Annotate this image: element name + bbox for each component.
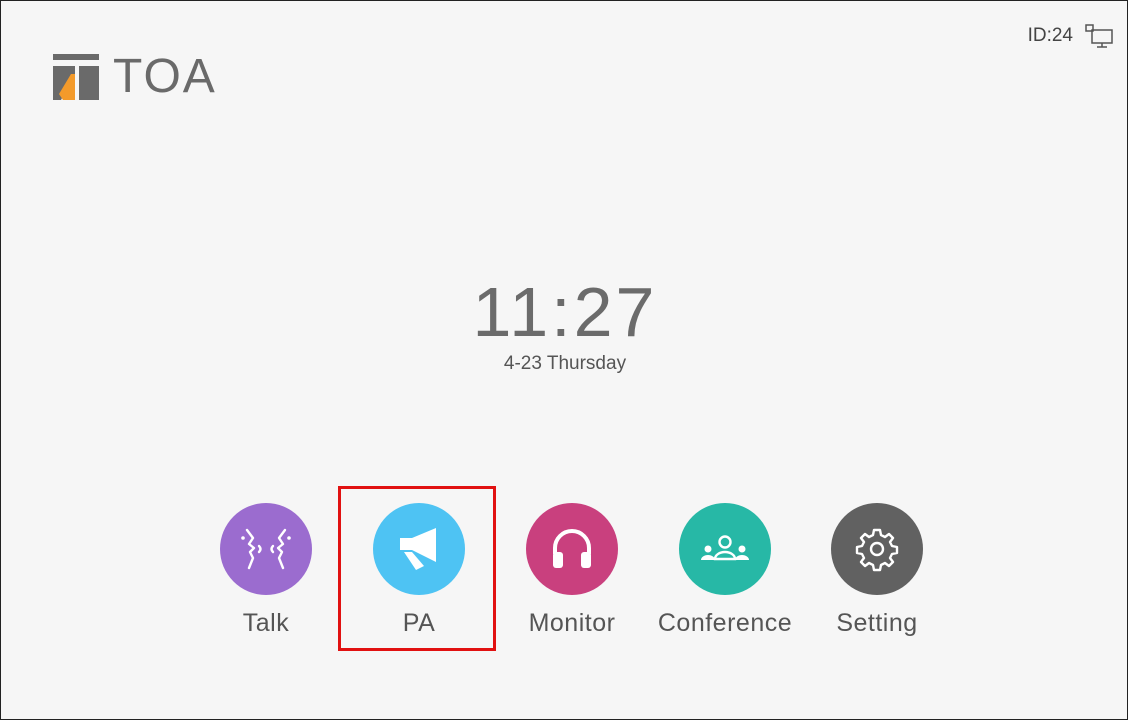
headphones-icon xyxy=(553,529,591,568)
device-id: ID:24 xyxy=(1027,25,1073,46)
home-screen: TOA ID:24 11:27 4-23 Thursday Talk PA Mo… xyxy=(0,0,1128,720)
gear-icon xyxy=(855,528,899,572)
clock: 11:27 4-23 Thursday xyxy=(1,277,1129,375)
monitor-label: Monitor xyxy=(528,609,616,637)
setting-label: Setting xyxy=(836,609,918,637)
conference-label: Conference xyxy=(657,609,793,637)
toa-logo-icon xyxy=(53,54,99,100)
conference-button[interactable]: Conference xyxy=(650,503,800,638)
logo: TOA xyxy=(53,53,217,101)
talk-label: Talk xyxy=(242,609,290,637)
clock-time: 11:27 xyxy=(472,273,658,351)
talk-button[interactable]: Talk xyxy=(191,503,341,638)
talk-icon-circle xyxy=(220,503,312,595)
status-bar: ID:24 xyxy=(1028,23,1113,49)
monitor-icon-circle xyxy=(526,503,618,595)
clock-date: 4-23 Thursday xyxy=(503,353,627,374)
conference-icon xyxy=(701,535,749,561)
conference-icon-circle xyxy=(679,503,771,595)
selection-highlight xyxy=(338,486,496,651)
network-icon xyxy=(1085,24,1113,48)
setting-icon-circle xyxy=(831,503,923,595)
talk-icon xyxy=(241,528,291,570)
setting-button[interactable]: Setting xyxy=(802,503,952,638)
monitor-button[interactable]: Monitor xyxy=(497,503,647,638)
logo-text: TOA xyxy=(113,50,217,103)
